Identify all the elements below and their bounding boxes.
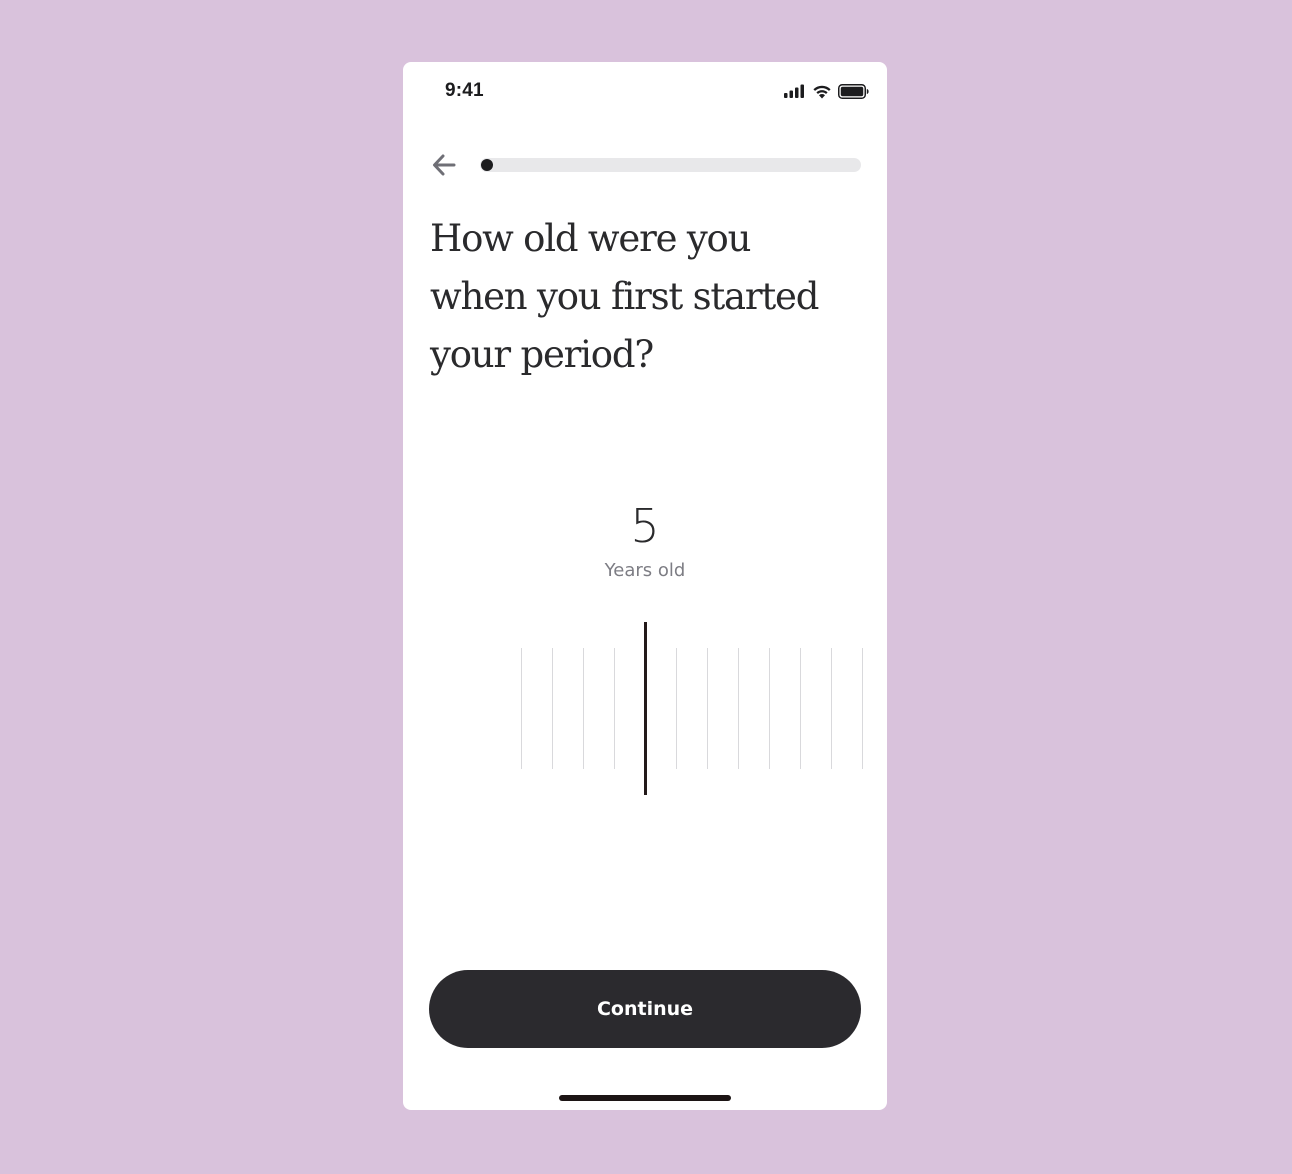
arrow-left-icon [433,154,456,176]
app-screen: 9:41 How old were you when you first sta… [403,62,887,1110]
ruler-tick-selected [644,622,647,795]
ruler-tick [583,648,584,769]
ruler-tick [862,648,863,769]
ruler-tick [831,648,832,769]
ruler-tick [738,648,739,769]
ruler-tick [707,648,708,769]
status-time: 9:41 [445,80,484,101]
home-indicator [559,1095,731,1101]
battery-icon [838,83,869,99]
ruler-tick [676,648,677,769]
age-unit-label: Years old [604,560,686,581]
status-icons [784,82,869,100]
ruler-tick [552,648,553,769]
cellular-signal-icon [784,84,804,98]
ruler-tick [521,648,522,769]
age-ruler-slider[interactable] [403,618,887,798]
question-title: How old were you when you first started … [430,217,819,376]
ruler-tick [800,648,801,769]
progress-bar [480,158,861,172]
selected-age-value: 5 [630,499,660,553]
ruler-tick [614,648,615,769]
continue-button[interactable]: Continue [429,970,861,1048]
progress-indicator-dot [481,159,493,171]
ruler-tick [769,648,770,769]
back-button[interactable] [429,150,459,180]
wifi-icon [813,85,831,98]
